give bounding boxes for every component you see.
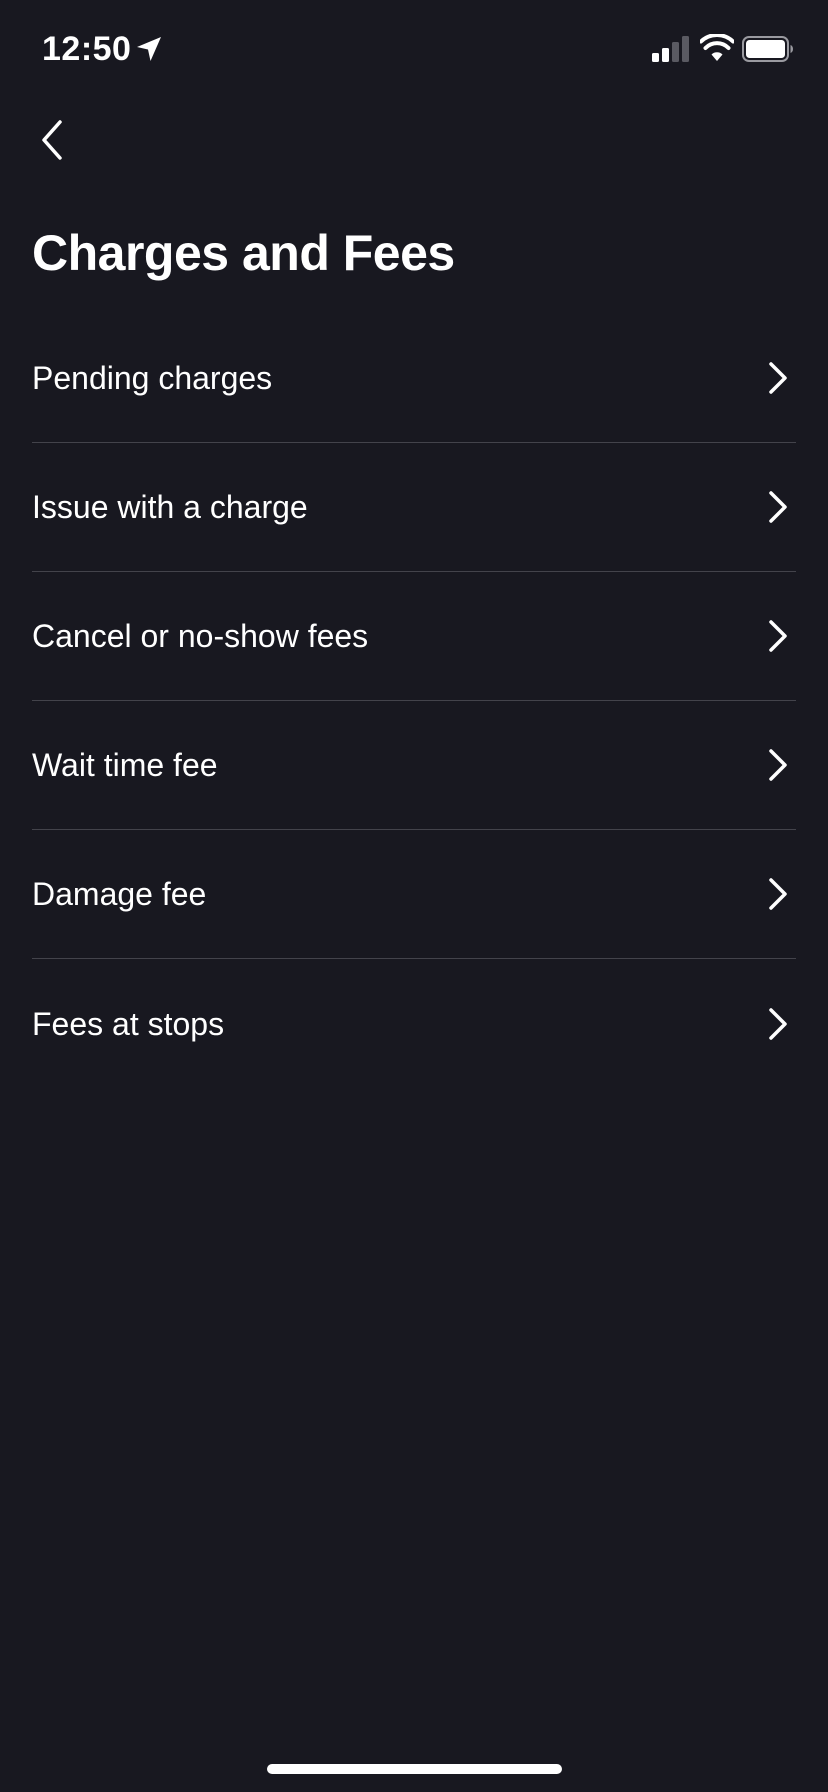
chevron-right-icon <box>769 362 787 394</box>
menu-item-label: Pending charges <box>32 360 273 396</box>
status-bar: 12:50 <box>0 0 828 100</box>
chevron-right-icon <box>769 620 787 652</box>
menu-item-damage-fee[interactable]: Damage fee <box>32 830 796 959</box>
menu-item-pending-charges[interactable]: Pending charges <box>32 314 796 443</box>
menu-list: Pending charges Issue with a charge Canc… <box>32 314 796 1088</box>
menu-item-issue-with-a-charge[interactable]: Issue with a charge <box>32 443 796 572</box>
battery-icon <box>742 36 793 62</box>
menu-item-label: Issue with a charge <box>32 489 308 525</box>
chevron-right-icon <box>769 878 787 910</box>
menu-item-label: Wait time fee <box>32 747 218 783</box>
location-arrow-icon <box>137 37 161 61</box>
back-button[interactable] <box>22 110 82 170</box>
menu-item-label: Fees at stops <box>32 1005 225 1042</box>
menu-item-label: Cancel or no-show fees <box>32 618 369 654</box>
home-indicator[interactable] <box>267 1764 562 1774</box>
wifi-icon <box>700 34 734 61</box>
cellular-signal-icon <box>652 36 689 62</box>
menu-item-label: Damage fee <box>32 876 207 912</box>
menu-item-cancel-or-no-show-fees[interactable]: Cancel or no-show fees <box>32 572 796 701</box>
status-time: 12:50 <box>42 30 132 68</box>
chevron-right-icon <box>769 749 787 781</box>
chevron-right-icon <box>769 491 787 523</box>
menu-item-fees-at-stops[interactable]: Fees at stops <box>32 959 796 1088</box>
menu-item-wait-time-fee[interactable]: Wait time fee <box>32 701 796 830</box>
chevron-right-icon <box>769 1007 787 1040</box>
chevron-left-icon <box>42 120 62 160</box>
page-title: Charges and Fees <box>32 225 455 281</box>
